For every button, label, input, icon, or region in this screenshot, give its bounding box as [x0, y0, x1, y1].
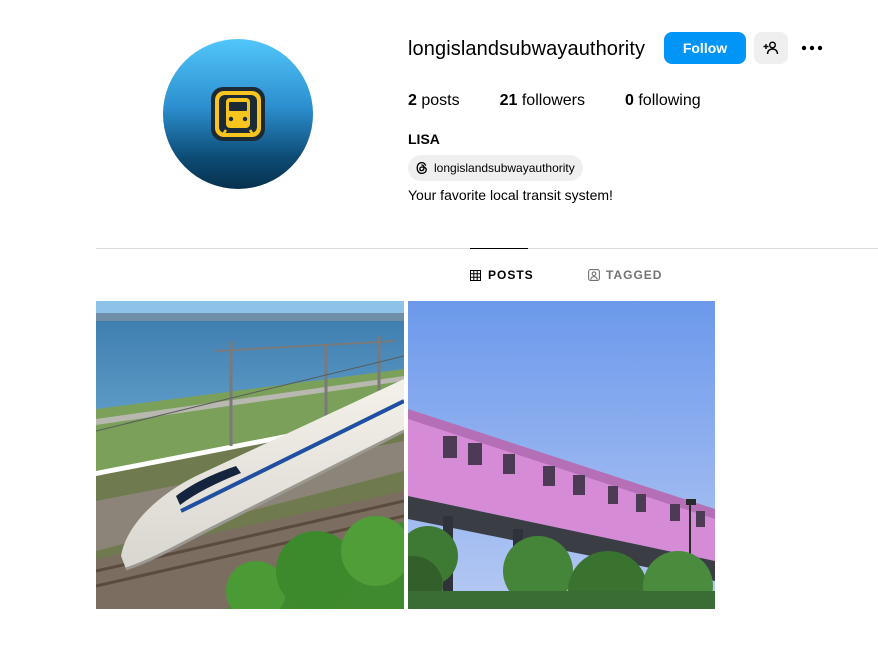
tab-tagged[interactable]: TAGGED: [588, 268, 662, 282]
stat-following-label: following: [638, 92, 701, 109]
stat-following[interactable]: 0 following: [625, 92, 701, 110]
tab-tagged-label: TAGGED: [606, 268, 663, 282]
profile-bio: Your favorite local transit system!: [408, 187, 613, 203]
threads-handle: longislandsubwayauthority: [434, 161, 575, 175]
tag-user-icon: [588, 269, 600, 281]
threads-icon: [414, 160, 430, 176]
more-options-button[interactable]: [798, 32, 826, 64]
tab-posts-label: POSTS: [488, 268, 534, 282]
stat-posts-count: 2: [408, 92, 417, 109]
threads-link[interactable]: longislandsubwayauthority: [408, 155, 583, 181]
stat-posts-label: posts: [421, 92, 460, 109]
stat-followers-label: followers: [521, 92, 585, 109]
bullet-train-image: [96, 301, 404, 609]
profile-avatar[interactable]: [163, 39, 313, 189]
more-dots-icon: [801, 45, 823, 51]
stat-followers[interactable]: 21 followers: [500, 92, 585, 110]
add-person-icon: [763, 41, 779, 55]
post-thumbnail-bullet-train[interactable]: [96, 301, 404, 609]
active-tab-indicator: [470, 248, 528, 249]
grid-icon: [470, 269, 482, 281]
follow-button[interactable]: Follow: [664, 32, 746, 64]
profile-stats: 2 posts 21 followers 0 following: [408, 92, 741, 110]
train-logo-icon: [211, 87, 265, 141]
stat-followers-count: 21: [499, 92, 518, 109]
pink-train-image: [408, 301, 715, 609]
tab-posts[interactable]: POSTS: [470, 268, 534, 282]
suggested-accounts-button[interactable]: [754, 32, 788, 64]
stat-following-count: 0: [625, 92, 634, 109]
stat-posts: 2 posts: [408, 92, 460, 110]
post-thumbnail-pink-train[interactable]: [408, 301, 715, 609]
profile-username: longislandsubwayauthority: [408, 38, 646, 60]
profile-full-name: LISA: [408, 131, 440, 147]
